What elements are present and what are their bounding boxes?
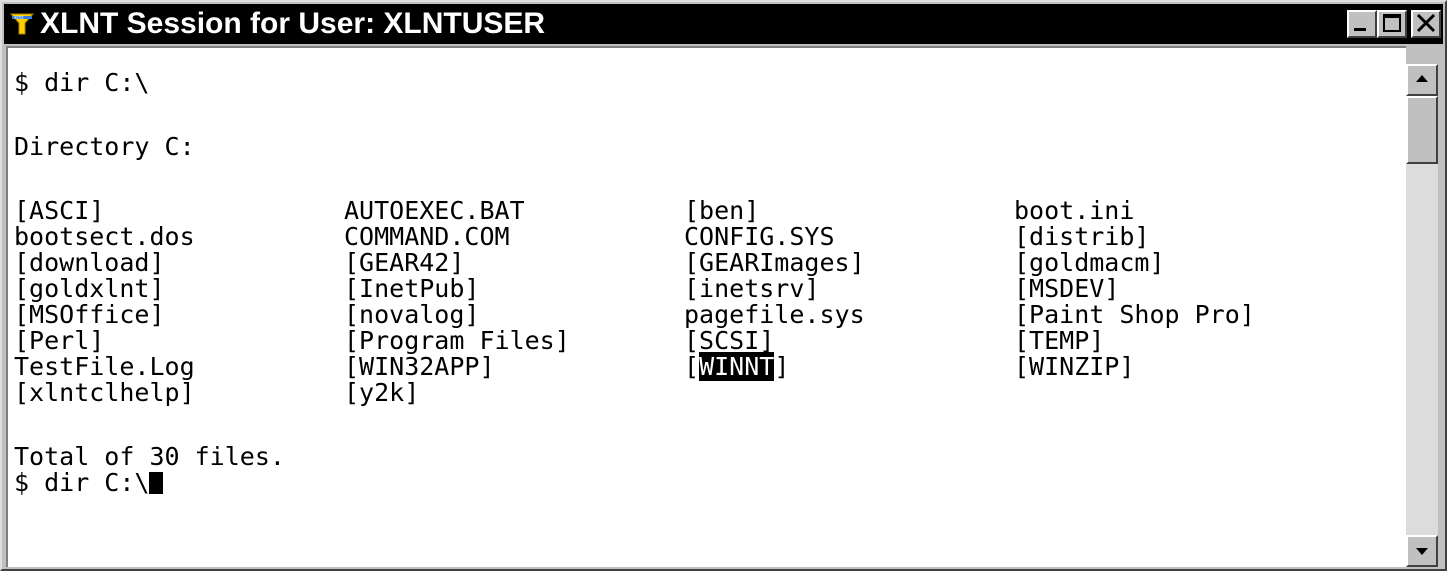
summary-line: Total of 30 files.: [14, 442, 285, 471]
file-entry: [MSDEV]: [1014, 274, 1120, 303]
file-entry: [ASCI]: [14, 196, 105, 225]
close-button[interactable]: [1411, 10, 1441, 38]
file-entry: TestFile.Log: [14, 352, 195, 381]
file-entry: bootsect.dos: [14, 222, 195, 251]
command-line: $ dir C:\: [14, 68, 150, 97]
directory-header: Directory C:: [14, 132, 195, 161]
maximize-icon: [1383, 14, 1401, 32]
vertical-scrollbar[interactable]: [1406, 64, 1438, 567]
file-entry: [y2k]: [344, 378, 420, 407]
file-entry: [distrib]: [1014, 222, 1150, 251]
terminal-output[interactable]: $ dir C:\ Directory C: [ASCI] AUTOEXEC.B…: [6, 46, 1406, 567]
file-entry: [SCSI]: [684, 326, 775, 355]
command-prompt[interactable]: $ dir C:\: [14, 468, 164, 497]
scroll-thumb[interactable]: [1406, 96, 1438, 164]
close-icon: [1416, 13, 1436, 33]
file-entry: [InetPub]: [344, 274, 480, 303]
minimize-button[interactable]: [1347, 10, 1377, 38]
file-entry: pagefile.sys: [684, 300, 865, 329]
text-cursor: [149, 472, 164, 494]
file-entry: AUTOEXEC.BAT: [344, 196, 525, 225]
arrow-down-icon: [1416, 548, 1428, 555]
arrow-up-icon: [1416, 75, 1428, 82]
maximize-button[interactable]: [1377, 10, 1407, 38]
file-entry: CONFIG.SYS: [684, 222, 835, 251]
file-entry: [Paint Shop Pro]: [1014, 300, 1255, 329]
file-entry: [MSOffice]: [14, 300, 165, 329]
selected-entry-suffix: ]: [774, 352, 790, 381]
file-entry: [xlntclhelp]: [14, 378, 195, 407]
file-entry: [Program Files]: [344, 326, 570, 355]
file-entry: [WIN32APP]: [344, 352, 495, 381]
xlnt-session-window: xlnt XLNT Session for User: XLNTUSER $ d…: [0, 0, 1447, 571]
scroll-down-button[interactable]: [1406, 535, 1438, 567]
window-title: XLNT Session for User: XLNTUSER: [40, 7, 546, 40]
file-entry: [TEMP]: [1014, 326, 1105, 355]
file-entry: [ben]: [684, 196, 760, 225]
scroll-up-button[interactable]: [1406, 64, 1438, 96]
file-entry: COMMAND.COM: [344, 222, 510, 251]
command-text: $ dir C:\: [14, 468, 150, 497]
file-entry: [goldxlnt]: [14, 274, 165, 303]
file-entry: [Perl]: [14, 326, 105, 355]
file-entry: [goldmacm]: [1014, 248, 1165, 277]
minimize-icon: [1354, 28, 1366, 31]
file-entry: [WINZIP]: [1014, 352, 1135, 381]
file-entry: [inetsrv]: [684, 274, 820, 303]
file-entry-selected[interactable]: [WINNT]: [684, 352, 790, 381]
file-entry: [GEARImages]: [684, 248, 865, 277]
file-entry: [download]: [14, 248, 165, 277]
file-entry: boot.ini: [1014, 196, 1135, 225]
xlnt-app-icon[interactable]: xlnt: [8, 10, 36, 38]
selected-entry-highlight: WINNT: [699, 352, 775, 381]
file-entry: [GEAR42]: [344, 248, 465, 277]
selected-entry-prefix: [: [684, 352, 700, 381]
title-bar[interactable]: xlnt XLNT Session for User: XLNTUSER: [4, 4, 1443, 44]
file-entry: [novalog]: [344, 300, 480, 329]
svg-text:xlnt: xlnt: [14, 15, 24, 21]
